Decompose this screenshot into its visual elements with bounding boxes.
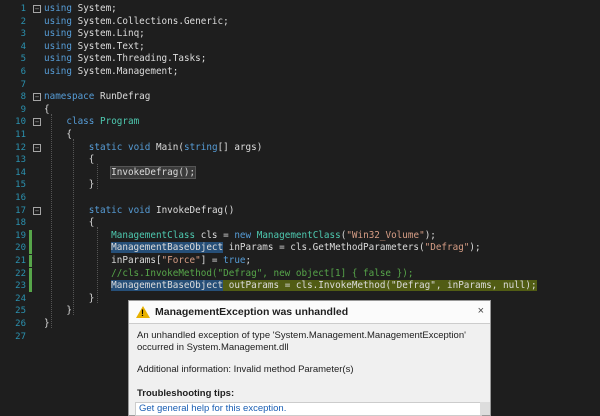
- troubleshooting-heading: Troubleshooting tips:: [137, 388, 235, 399]
- line-number: 26: [15, 319, 26, 329]
- code-text: inParams["Force"] = true;: [44, 255, 252, 266]
- code-line[interactable]: 17− static void InvokeDefrag(): [0, 205, 600, 217]
- code-text: class Program: [66, 116, 140, 128]
- code-line[interactable]: 19 ManagementClass cls = new ManagementC…: [0, 229, 600, 242]
- collapse-icon[interactable]: −: [33, 93, 41, 102]
- code-text: //cls.InvokeMethod("Defrag", new object[…: [111, 267, 414, 279]
- popup-title: ManagementException was unhandled: [155, 306, 349, 318]
- line-number: 2: [20, 16, 26, 27]
- line-number: 11: [15, 130, 26, 140]
- code-text: using System.Text;: [44, 40, 145, 52]
- code-line[interactable]: 12− static void Main(string[] args): [0, 142, 600, 154]
- popup-body: An unhandled exception of type 'System.M…: [129, 324, 490, 382]
- code-text: {: [44, 129, 72, 140]
- close-icon[interactable]: ×: [478, 305, 484, 317]
- line-number: 13: [15, 155, 26, 166]
- line-number: 18: [15, 218, 26, 229]
- line-number: 9: [20, 104, 26, 115]
- indent-guide: [97, 164, 98, 190]
- line-number: 15: [15, 180, 26, 191]
- code-line[interactable]: 11 {: [0, 129, 600, 141]
- code-line[interactable]: 6 using System.Management;: [0, 66, 600, 78]
- line-number: 24: [15, 293, 26, 304]
- code-line[interactable]: 5 using System.Threading.Tasks;: [0, 53, 600, 65]
- code-line[interactable]: 13 {: [0, 154, 600, 166]
- line-number: 25: [15, 306, 26, 317]
- line-number: 1: [20, 4, 26, 14]
- code-text: }: [44, 318, 50, 329]
- code-line[interactable]: 14 InvokeDefrag();: [0, 165, 600, 179]
- code-line[interactable]: 21 inParams["Force"] = true;: [0, 255, 600, 267]
- code-line[interactable]: 2 using System.Collections.Generic;: [0, 16, 600, 28]
- collapse-icon[interactable]: −: [33, 5, 41, 13]
- code-text: ManagementClass cls = new ManagementClas…: [111, 229, 436, 241]
- code-line[interactable]: 15 }: [0, 179, 600, 191]
- collapse-icon[interactable]: −: [33, 143, 41, 152]
- code-line[interactable]: 20 ManagementBaseObject inParams = cls.G…: [0, 242, 600, 255]
- line-number: 14: [15, 167, 26, 178]
- line-number: 8: [20, 92, 26, 103]
- code-line[interactable]: 23 ManagementBaseObject outParams = cls.…: [0, 280, 600, 293]
- code-text: using System;: [44, 3, 117, 14]
- code-text: }: [44, 305, 72, 317]
- line-number: 22: [15, 268, 26, 279]
- line-number: 7: [20, 79, 26, 90]
- code-text: using System.Threading.Tasks;: [44, 53, 207, 65]
- additional-info: Additional information: Invalid method P…: [137, 364, 354, 375]
- code-text: using System.Collections.Generic;: [44, 15, 229, 27]
- indent-guide: [73, 139, 74, 316]
- code-text: {: [44, 103, 50, 115]
- indent-guide: [97, 227, 98, 303]
- change-marker: [29, 280, 32, 293]
- code-line[interactable]: 9{: [0, 104, 600, 116]
- warning-icon: !: [136, 306, 150, 318]
- line-number: 10: [15, 117, 26, 128]
- change-marker: [29, 229, 32, 242]
- change-marker: [29, 267, 32, 280]
- line-number: 27: [15, 331, 26, 342]
- line-number: 17: [15, 205, 26, 216]
- line-number: 12: [15, 142, 26, 153]
- line-number: 19: [15, 230, 26, 241]
- code-text: namespace RunDefrag: [44, 91, 151, 103]
- code-line[interactable]: 16: [0, 192, 600, 204]
- code-line[interactable]: 1− using System;: [0, 3, 600, 15]
- code-text: ManagementBaseObject outParams = cls.Inv…: [111, 280, 537, 292]
- change-marker: [29, 255, 32, 267]
- line-number: 23: [15, 281, 26, 292]
- code-text: using System.Management;: [44, 66, 179, 77]
- line-number: 6: [20, 67, 26, 77]
- code-line[interactable]: 7: [0, 79, 600, 91]
- code-line[interactable]: 22 //cls.InvokeMethod("Defrag", new obje…: [0, 267, 600, 280]
- indent-guide: [51, 113, 52, 328]
- line-number: 4: [20, 41, 26, 52]
- code-text: ManagementBaseObject inParams = cls.GetM…: [111, 242, 481, 254]
- line-number: 20: [15, 243, 26, 254]
- line-number: 21: [15, 256, 26, 266]
- collapse-icon[interactable]: −: [33, 118, 41, 127]
- code-text: static void Main(string[] args): [88, 141, 263, 153]
- change-marker: [29, 242, 32, 255]
- popup-header: ! ManagementException was unhandled ×: [129, 301, 490, 324]
- exception-message: An unhandled exception of type 'System.M…: [137, 330, 466, 353]
- code-line[interactable]: 8− namespace RunDefrag: [0, 91, 600, 103]
- line-number: 16: [15, 193, 26, 203]
- code-text: using System.Linq;: [44, 28, 145, 40]
- scrollbar[interactable]: [480, 402, 490, 415]
- line-number: 5: [20, 54, 26, 65]
- code-text: InvokeDefrag();: [110, 165, 197, 179]
- line-number: 3: [20, 29, 26, 40]
- code-line[interactable]: 10− class Program: [0, 116, 600, 128]
- code-line[interactable]: 18 {: [0, 217, 600, 229]
- exception-popup: ! ManagementException was unhandled × An…: [128, 300, 491, 416]
- collapse-icon[interactable]: −: [33, 206, 41, 215]
- code-line[interactable]: 3 using System.Linq;: [0, 28, 600, 40]
- code-line[interactable]: 4 using System.Text;: [0, 41, 600, 53]
